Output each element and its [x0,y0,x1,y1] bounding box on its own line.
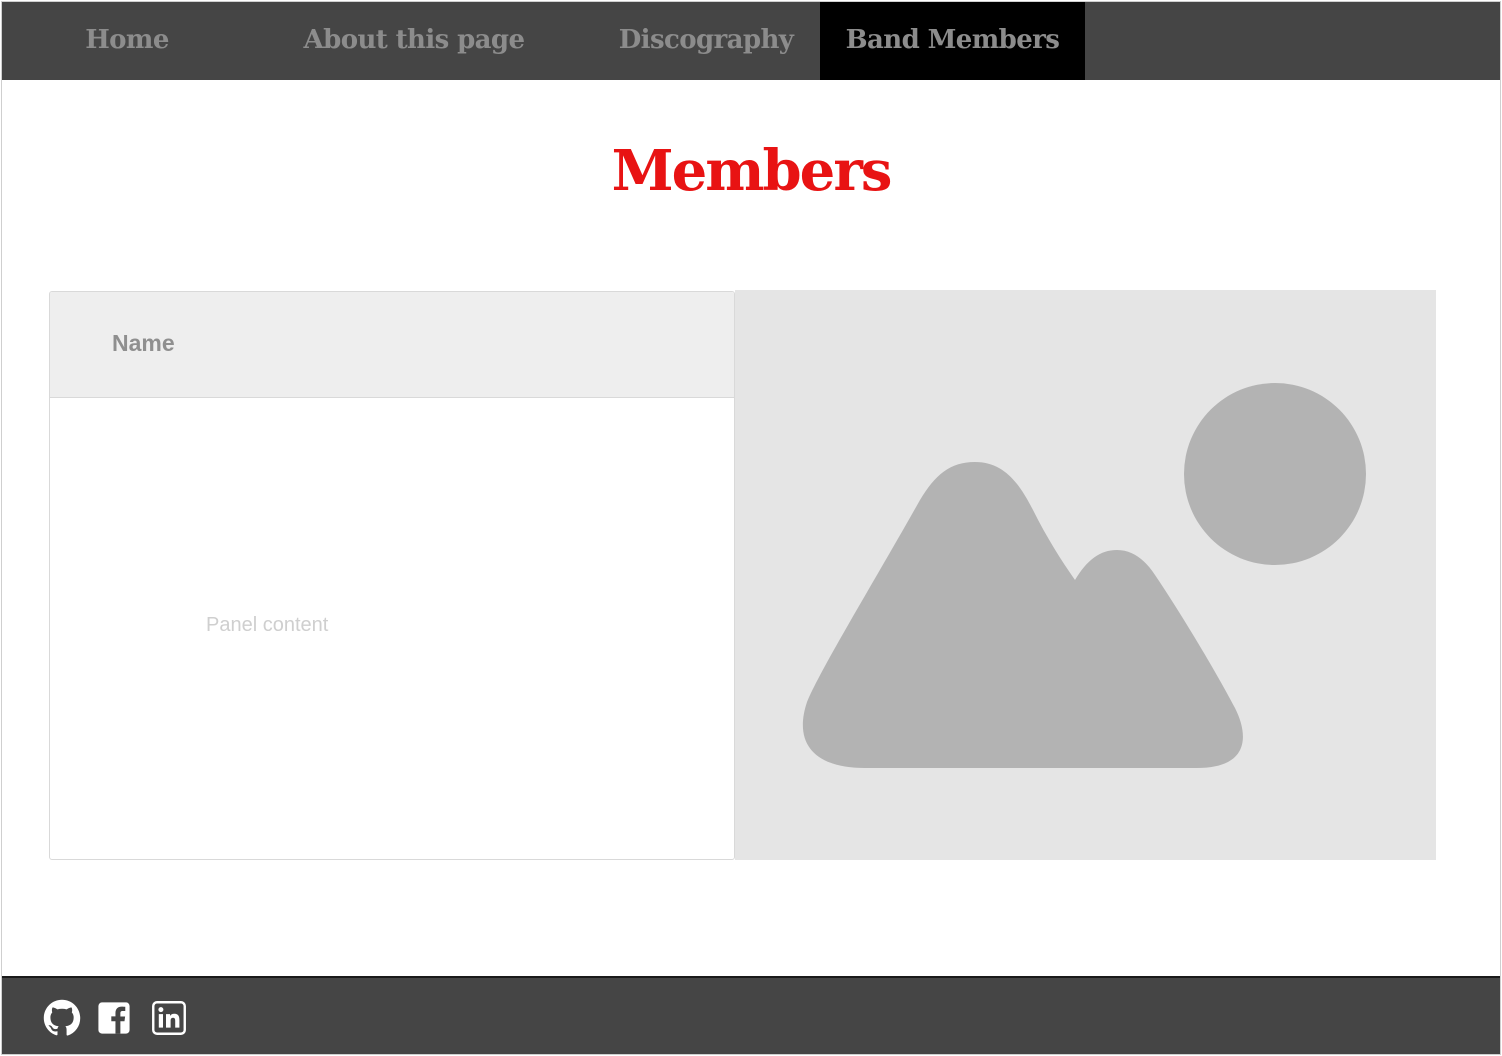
nav-item-band-members[interactable]: Band Members [820,2,1085,80]
nav-item-about[interactable]: About this page [284,2,544,80]
nav-item-home[interactable]: Home [64,2,190,80]
github-icon[interactable] [43,999,81,1037]
image-placeholder [735,290,1436,860]
page-title: Members [611,138,893,204]
panel-header-label: Name [112,330,175,356]
linkedin-icon[interactable] [151,1000,187,1036]
panel-content: Panel content [206,614,329,636]
facebook-icon[interactable] [97,1001,131,1035]
top-navbar: Home About this page Discography Band Me… [2,2,1500,80]
footer [2,976,1500,1054]
panel-header: Name [50,292,734,398]
nav-item-discography[interactable]: Discography [602,2,810,80]
image-placeholder-icon [802,383,1366,768]
member-panel: Name Panel content [49,291,735,860]
